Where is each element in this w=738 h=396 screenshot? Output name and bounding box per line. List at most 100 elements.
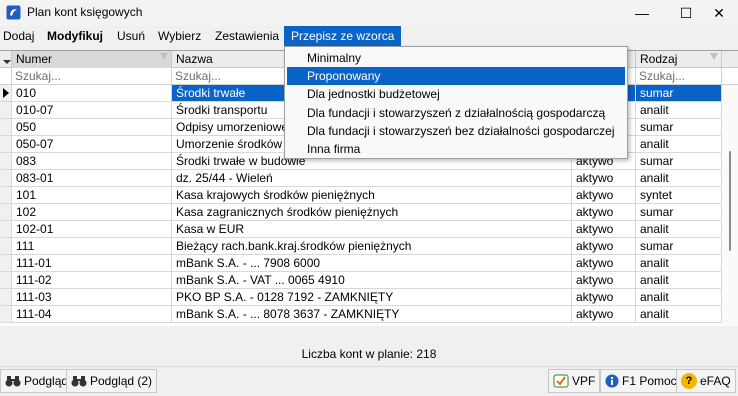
cell-rodzaj: analit xyxy=(636,289,722,305)
app-icon xyxy=(6,5,21,20)
dropdown-item[interactable]: Dla fundacji i stowarzyszeń z działalnoś… xyxy=(287,104,625,122)
dropdown-item[interactable]: Dla fundacji i stowarzyszeń bez działaln… xyxy=(287,122,625,140)
cell-rodzaj: analit xyxy=(636,136,722,152)
cell-typ: aktywo xyxy=(572,289,636,305)
header-indicator xyxy=(0,51,12,68)
close-button[interactable]: ✕ xyxy=(700,0,738,26)
table-row[interactable]: 101 Kasa krajowych środków pieniężnych akt… xyxy=(0,187,722,204)
cell-nazwa: Kasa zagranicznych środków pieniężnych xyxy=(172,204,572,220)
cell-nazwa: mBank S.A. - ... 7908 6000 xyxy=(172,255,572,271)
title-bar: Plan kont księgowych — ☐ ✕ xyxy=(0,0,738,26)
menu-przepisz-ze-wzorca[interactable]: Przepisz ze wzorca xyxy=(284,26,402,47)
row-indicator xyxy=(0,289,12,305)
cell-typ: aktywo xyxy=(572,238,636,254)
menu-zestawienia[interactable]: Zestawienia xyxy=(215,29,279,43)
table-row[interactable]: 111-03 PKO BP S.A. - 0128 7192 - ZAMKNIĘT… xyxy=(0,289,722,306)
cell-rodzaj: analit xyxy=(636,170,722,186)
cell-typ: aktywo xyxy=(572,272,636,288)
status-bar: Liczba kont w planie: 218 xyxy=(0,344,738,364)
row-indicator xyxy=(0,272,12,288)
table-row[interactable]: 102 Kasa zagranicznych środków pieniężnyc… xyxy=(0,204,722,221)
vpf-button[interactable]: VPF xyxy=(548,369,601,393)
close-icon: ✕ xyxy=(713,4,725,21)
row-indicator xyxy=(0,221,12,237)
cell-rodzaj: analit xyxy=(636,102,722,118)
dropdown-item[interactable]: Dla jednostki budżetowej xyxy=(287,85,625,103)
cell-rodzaj: sumar xyxy=(636,204,722,220)
table-row[interactable]: 111-02 mBank S.A. - VAT ... 0065 4910 akty… xyxy=(0,272,722,289)
menu-usun[interactable]: Usuń xyxy=(117,29,145,43)
cell-typ: aktywo xyxy=(572,170,636,186)
preview-button[interactable]: Podgląd xyxy=(0,369,74,393)
vertical-scrollbar[interactable] xyxy=(722,85,738,326)
table-row[interactable]: 111-04 mBank S.A. - ... 8078 3637 - ZAMKN… xyxy=(0,306,722,323)
minimize-button[interactable]: — xyxy=(620,0,664,26)
dropdown-item[interactable]: Proponowany xyxy=(287,67,625,86)
minimize-icon: — xyxy=(635,5,649,21)
search-input-rodzaj[interactable] xyxy=(636,68,721,84)
cell-rodzaj: syntet xyxy=(636,187,722,203)
help-label: F1 Pomoc xyxy=(622,374,677,388)
table-row[interactable]: 111 Bieżący rach.bank.kraj.środków pienię… xyxy=(0,238,722,255)
row-indicator xyxy=(0,119,12,135)
row-indicator xyxy=(0,85,12,101)
row-indicator xyxy=(0,136,12,152)
cell-typ: aktywo xyxy=(572,187,636,203)
efaq-label: eFAQ xyxy=(700,374,731,388)
bottom-toolbar: Podgląd Podgląd (2) VPF F1 Pomoc ? eFAQ xyxy=(0,366,738,394)
cell-rodzaj: analit xyxy=(636,272,722,288)
binoculars-icon xyxy=(71,376,87,387)
row-indicator xyxy=(0,238,12,254)
cell-numer: 010-07 xyxy=(12,102,172,118)
column-label-rodzaj: Rodzaj xyxy=(640,52,678,66)
cell-nazwa: PKO BP S.A. - 0128 7192 - ZAMKNIĘTY xyxy=(172,289,572,305)
menu-modyfikuj[interactable]: Modyfikuj xyxy=(47,29,103,43)
cell-nazwa: mBank S.A. - VAT ... 0065 4910 xyxy=(172,272,572,288)
cell-numer: 010 xyxy=(12,85,172,101)
preview-2-button[interactable]: Podgląd (2) xyxy=(66,369,158,393)
help-button[interactable]: F1 Pomoc xyxy=(600,369,682,393)
search-input-numer[interactable] xyxy=(12,68,171,84)
column-label-numer: Numer xyxy=(16,52,53,66)
cell-rodzaj: analit xyxy=(636,221,722,237)
dropdown-item[interactable]: Inna firma xyxy=(287,140,625,158)
cell-nazwa: dz. 25/44 - Wieleń xyxy=(172,170,572,186)
table-row[interactable]: 111-01 mBank S.A. - ... 7908 6000 aktywo an… xyxy=(0,255,722,272)
cell-numer: 111-01 xyxy=(12,255,172,271)
window-title: Plan kont księgowych xyxy=(27,5,143,19)
column-menu-icon xyxy=(160,53,168,60)
question-icon: ? xyxy=(681,373,697,389)
dropdown-item[interactable]: Minimalny xyxy=(287,49,625,67)
filter-cell-rodzaj xyxy=(636,68,722,85)
row-indicator xyxy=(0,153,12,169)
cell-numer: 050-07 xyxy=(12,136,172,152)
filter-cell-numer xyxy=(12,68,172,85)
accounts-count-text: Liczba kont w planie: 218 xyxy=(301,347,437,361)
cell-numer: 111-04 xyxy=(12,306,172,322)
cell-nazwa: mBank S.A. - ... 8078 3637 - ZAMKNIĘTY xyxy=(172,306,572,322)
cell-rodzaj: sumar xyxy=(636,153,722,169)
menu-dodaj[interactable]: Dodaj xyxy=(3,29,34,43)
table-row[interactable]: 083-01 dz. 25/44 - Wieleń aktywo analit xyxy=(0,170,722,187)
cell-rodzaj: sumar xyxy=(636,238,722,254)
sort-desc-icon xyxy=(3,60,11,64)
cell-numer: 101 xyxy=(12,187,172,203)
row-indicator xyxy=(0,204,12,220)
cell-typ: aktywo xyxy=(572,204,636,220)
scrollbar-thumb[interactable] xyxy=(729,151,731,251)
menu-wybierz[interactable]: Wybierz xyxy=(158,29,201,43)
column-menu-icon xyxy=(710,53,718,60)
cell-typ: aktywo xyxy=(572,306,636,322)
efaq-button[interactable]: ? eFAQ xyxy=(676,369,736,393)
row-indicator xyxy=(0,102,12,118)
row-indicator xyxy=(0,306,12,322)
cell-rodzaj: analit xyxy=(636,255,722,271)
table-row[interactable]: 102-01 Kasa w EUR aktywo analit xyxy=(0,221,722,238)
filter-indicator xyxy=(0,68,12,85)
maximize-icon: ☐ xyxy=(679,4,693,21)
cell-numer: 083 xyxy=(12,153,172,169)
vpf-icon xyxy=(553,374,569,388)
cell-rodzaj: sumar xyxy=(636,119,722,135)
column-header-numer[interactable]: Numer xyxy=(12,51,172,68)
column-header-rodzaj[interactable]: Rodzaj xyxy=(636,51,722,68)
